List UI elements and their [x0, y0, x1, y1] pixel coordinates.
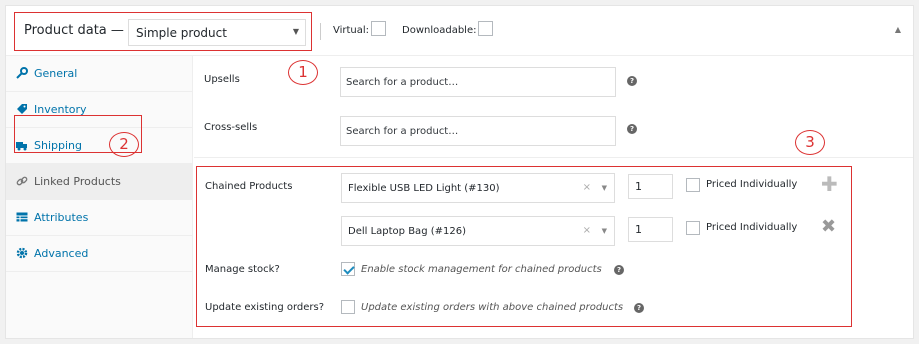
crosssells-search-input[interactable]: Search for a product… — [340, 116, 616, 146]
annotation-circle-2: 2 — [109, 132, 139, 157]
tab-linked-products[interactable]: Linked Products — [6, 164, 193, 200]
dropdown-arrow-icon: ▼ — [601, 227, 607, 235]
annotation-circle-3: 3 — [795, 130, 825, 155]
tag-icon — [16, 103, 28, 115]
manage-stock-label: Manage stock? — [205, 264, 280, 275]
crosssells-label: Cross-sells — [204, 122, 258, 133]
chained-product-value-1: Flexible USB LED Light (#130) — [348, 183, 500, 194]
clear-selection-icon[interactable]: × — [583, 182, 591, 193]
manage-stock-help-icon[interactable]: ? — [614, 265, 624, 275]
wrench-icon — [16, 67, 28, 79]
tab-advanced-label: Advanced — [34, 247, 89, 260]
remove-row-x-icon[interactable]: ✖ — [821, 218, 836, 236]
tab-general-label: General — [34, 67, 78, 80]
chained-qty-input-1[interactable]: 1 — [628, 174, 673, 199]
upsells-help-icon[interactable]: ? — [627, 76, 637, 86]
tab-linked-products-label: Linked Products — [34, 175, 121, 188]
priced-individually-checkbox-2[interactable] — [686, 221, 700, 235]
priced-individually-checkbox-1[interactable] — [686, 178, 700, 192]
chained-product-value-2: Dell Laptop Bag (#126) — [348, 226, 466, 237]
virtual-checkbox[interactable] — [371, 21, 386, 36]
tab-attributes[interactable]: Attributes — [6, 200, 193, 236]
header-divider — [320, 23, 321, 40]
downloadable-checkbox[interactable] — [478, 21, 493, 36]
chained-qty-input-2[interactable]: 1 — [628, 217, 673, 242]
product-type-value: Simple product — [136, 26, 227, 40]
gear-icon — [16, 247, 28, 259]
product-data-panel: Product data — Simple product ▼ Virtual:… — [5, 5, 914, 339]
add-row-plus-icon[interactable]: ✚ — [821, 174, 838, 194]
product-type-select[interactable]: Simple product ▼ — [128, 19, 306, 46]
manage-stock-checkbox[interactable] — [341, 262, 355, 276]
section-divider — [194, 157, 913, 158]
product-data-tabs: General Inventory Shipping Linked Produc… — [6, 56, 193, 338]
update-orders-help-icon[interactable]: ? — [634, 303, 644, 313]
update-orders-description: Update existing orders with above chaine… — [361, 302, 624, 313]
chained-product-select-1[interactable]: Flexible USB LED Light (#130) × ▼ — [341, 173, 615, 203]
update-orders-label: Update existing orders? — [205, 302, 325, 313]
priced-individually-label-2: Priced Individually — [706, 222, 798, 233]
link-icon — [16, 175, 28, 187]
dropdown-arrow-icon: ▼ — [601, 184, 607, 192]
upsells-search-input[interactable]: Search for a product… — [340, 67, 616, 97]
clear-selection-icon[interactable]: × — [583, 225, 591, 236]
tab-attributes-label: Attributes — [34, 211, 89, 224]
dropdown-arrow-icon: ▼ — [292, 27, 299, 36]
panel-title: Product data — — [24, 23, 124, 38]
crosssells-placeholder: Search for a product… — [346, 126, 459, 137]
update-orders-checkbox[interactable] — [341, 300, 355, 314]
virtual-label: Virtual: — [333, 25, 370, 36]
tab-general[interactable]: General — [6, 56, 193, 92]
upsells-label: Upsells — [204, 74, 240, 85]
annotation-circle-1: 1 — [288, 60, 318, 85]
downloadable-label: Downloadable: — [402, 25, 477, 36]
manage-stock-description: Enable stock management for chained prod… — [361, 264, 602, 275]
header-highlight-box: Product data — Simple product ▼ — [14, 12, 312, 51]
upsells-placeholder: Search for a product… — [346, 77, 459, 88]
panel-header: Product data — Simple product ▼ Virtual:… — [6, 6, 913, 56]
chained-products-label: Chained Products — [205, 181, 293, 192]
crosssells-help-icon[interactable]: ? — [627, 124, 637, 134]
collapse-arrow-icon[interactable]: ▲ — [895, 25, 901, 34]
table-icon — [16, 211, 28, 223]
chained-product-select-2[interactable]: Dell Laptop Bag (#126) × ▼ — [341, 216, 615, 246]
priced-individually-label-1: Priced Individually — [706, 179, 798, 190]
tab-advanced[interactable]: Advanced — [6, 236, 193, 272]
